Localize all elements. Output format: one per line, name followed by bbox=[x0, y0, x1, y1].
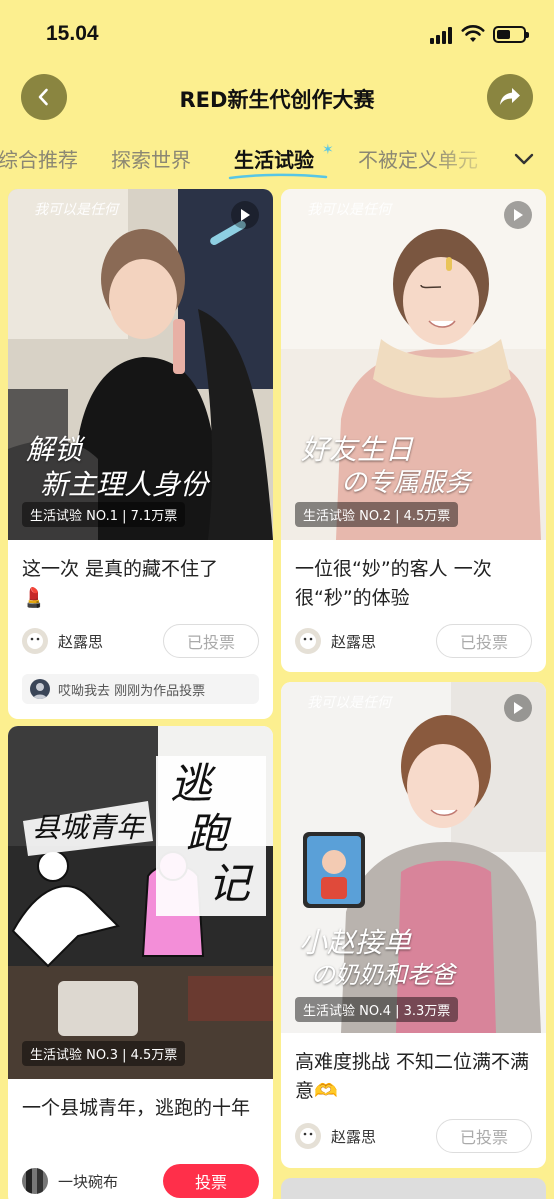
card-title: 一位很“妙”的客人 一次很“秒”的体验 bbox=[295, 558, 492, 609]
card-cover-image[interactable]: 我可以是任何 好友生日 の专属服务 生活试验 NO.2 | 4.5万票 bbox=[281, 189, 546, 540]
work-card[interactable]: 我可以是任何 小赵接单 の奶奶和老爸 生活试验 NO.4 | 3.3万票 高难度… bbox=[281, 682, 546, 1168]
cover-title-line-2: の奶奶和老爸 bbox=[311, 961, 455, 989]
card-title: 这一次 是真的藏不住了 💄 bbox=[22, 558, 219, 609]
work-card[interactable]: 我可以是任何 解锁 新主理人身份 生活试验 NO.1 | 7.1万票 这一次 是… bbox=[8, 189, 273, 719]
cellular-signal-icon bbox=[430, 27, 454, 44]
cover-title-line-1: 小赵接单 bbox=[299, 926, 412, 959]
card-title: 高难度挑战 不知二位满不满意🫶 bbox=[295, 1051, 530, 1102]
brand-logo: 我可以是任何 bbox=[34, 202, 118, 218]
vote-button[interactable]: 投票 bbox=[163, 1164, 259, 1198]
avatar bbox=[295, 1123, 321, 1149]
voted-button[interactable]: 已投票 bbox=[436, 1119, 532, 1153]
author[interactable]: 一块碗布 bbox=[22, 1166, 118, 1196]
page-title: RED新生代创作大赛 bbox=[179, 88, 375, 112]
chevron-down-icon[interactable] bbox=[513, 152, 535, 166]
work-card[interactable] bbox=[281, 1178, 546, 1199]
tab-explore-world[interactable]: 探索世界 bbox=[111, 144, 191, 173]
cover-title-line-1: 县城青年 bbox=[32, 811, 145, 844]
avatar bbox=[22, 628, 48, 654]
author[interactable]: 赵露思 bbox=[295, 626, 376, 656]
wifi-icon bbox=[461, 25, 485, 42]
tab-life-experiment[interactable]: 生活试验 bbox=[234, 144, 314, 173]
card-cover-image[interactable]: 我可以是任何 解锁 新主理人身份 生活试验 NO.1 | 7.1万票 bbox=[8, 189, 273, 540]
rank-vote-badge: 生活试验 NO.3 | 4.5万票 bbox=[22, 1041, 186, 1066]
avatar bbox=[22, 1168, 48, 1194]
tab-comprehensive[interactable]: 综合推荐 bbox=[0, 144, 78, 173]
sparkle-icon: ✶ bbox=[322, 142, 334, 158]
cover-title-char-3: 记 bbox=[208, 859, 251, 908]
card-cover-image[interactable]: 县城青年 逃 跑 记 生活试验 NO.3 | 4.5万票 bbox=[8, 726, 273, 1079]
share-icon bbox=[500, 88, 520, 105]
lipstick-emoji: 💄 bbox=[22, 587, 46, 609]
play-icon bbox=[504, 201, 532, 229]
author[interactable]: 赵露思 bbox=[22, 626, 103, 656]
cover-title-line-1: 解锁 bbox=[26, 433, 83, 466]
rank-vote-badge: 生活试验 NO.2 | 4.5万票 bbox=[295, 502, 459, 527]
vote-activity: 哎呦我去 刚刚为作品投票 bbox=[22, 674, 259, 704]
status-bar: 15.04 bbox=[0, 0, 554, 70]
tab-active-underline bbox=[228, 173, 328, 180]
play-icon bbox=[504, 694, 532, 722]
brand-logo: 我可以是任何 bbox=[307, 695, 391, 711]
cover-title-line-2: 新主理人身份 bbox=[40, 468, 209, 501]
rank-vote-badge: 生活试验 NO.4 | 3.3万票 bbox=[295, 997, 459, 1022]
author[interactable]: 赵露思 bbox=[295, 1121, 376, 1151]
author-name: 赵露思 bbox=[58, 632, 104, 651]
author-name: 赵露思 bbox=[331, 632, 377, 651]
author-name: 赵露思 bbox=[331, 1127, 377, 1146]
work-card[interactable]: 县城青年 逃 跑 记 生活试验 NO.3 | 4.5万票 一个县城青年，逃跑的十… bbox=[8, 726, 273, 1199]
share-button[interactable] bbox=[487, 74, 533, 120]
header: RED新生代创作大赛 bbox=[0, 74, 554, 126]
voted-button[interactable]: 已投票 bbox=[436, 624, 532, 658]
heart-hands-emoji: 🫶 bbox=[314, 1080, 338, 1102]
brand-logo: 我可以是任何 bbox=[307, 202, 391, 218]
battery-icon bbox=[493, 26, 529, 43]
author-name: 一块碗布 bbox=[58, 1172, 119, 1191]
avatar bbox=[295, 628, 321, 654]
avatar bbox=[30, 679, 50, 699]
card-title: 一个县城青年，逃跑的十年 bbox=[22, 1097, 251, 1119]
cover-title-line-1: 好友生日 bbox=[301, 433, 414, 466]
rank-vote-badge: 生活试验 NO.1 | 7.1万票 bbox=[22, 502, 186, 527]
play-icon bbox=[231, 201, 259, 229]
status-time: 15.04 bbox=[46, 22, 99, 45]
cover-title-line-2: の专属服务 bbox=[341, 468, 472, 498]
category-tabs: 综合推荐 探索世界 生活试验 ✶ 不被定义单元 bbox=[0, 140, 554, 184]
work-card[interactable]: 我可以是任何 好友生日 の专属服务 生活试验 NO.2 | 4.5万票 一位很“… bbox=[281, 189, 546, 672]
card-cover-image[interactable]: 我可以是任何 小赵接单 の奶奶和老爸 生活试验 NO.4 | 3.3万票 bbox=[281, 682, 546, 1033]
voted-button[interactable]: 已投票 bbox=[163, 624, 259, 658]
activity-text: 哎呦我去 刚刚为作品投票 bbox=[58, 683, 206, 699]
